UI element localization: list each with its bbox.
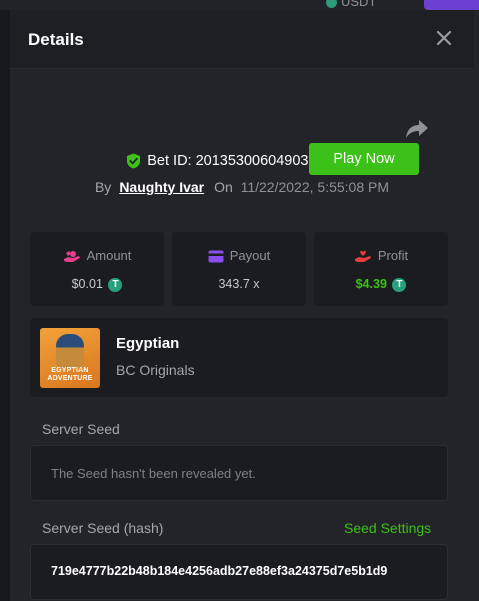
game-provider: BC Originals xyxy=(116,362,195,378)
share-icon xyxy=(406,120,428,138)
play-now-button[interactable]: Play Now xyxy=(309,143,419,175)
background-currency-selector: USDT xyxy=(326,0,376,9)
bet-datetime: 11/22/2022, 5:55:08 PM xyxy=(240,179,390,195)
profit-value-row: $4.39 T xyxy=(314,277,448,292)
usdt-coin-icon: T xyxy=(392,277,407,292)
pharaoh-icon xyxy=(56,334,84,368)
profit-label-row: Profit xyxy=(314,248,448,264)
usdt-coin-icon: T xyxy=(108,277,123,292)
game-thumbnail[interactable]: EGYPTIAN ADVENTURE xyxy=(40,328,100,388)
amount-label-row: Amount xyxy=(30,248,164,264)
by-label: By xyxy=(94,179,112,195)
server-seed-hash-box: 719e4777b22b48b184e4256adb27e88ef3a24375… xyxy=(30,544,448,600)
background-topbar xyxy=(0,0,479,10)
hand-heart-icon xyxy=(354,250,371,262)
details-modal: Details Bet ID: 20135300604903331 By Naug… xyxy=(10,10,474,601)
server-seed-message: The Seed hasn't been revealed yet. xyxy=(51,466,256,481)
amount-stat: Amount $0.01 T xyxy=(30,232,164,306)
seed-settings-link[interactable]: Seed Settings xyxy=(344,520,431,536)
profit-stat: Profit $4.39 T xyxy=(314,232,448,306)
server-seed-hash-value[interactable]: 719e4777b22b48b184e4256adb27e88ef3a24375… xyxy=(51,564,437,578)
modal-body: Bet ID: 20135300604903331 By Naughty Ivar… xyxy=(10,69,474,601)
server-seed-hash-label: Server Seed (hash) xyxy=(42,520,164,536)
amount-label: Amount xyxy=(86,248,132,263)
modal-title: Details xyxy=(28,30,84,49)
server-seed-box: The Seed hasn't been revealed yet. xyxy=(30,445,448,501)
close-button[interactable] xyxy=(435,29,453,47)
payout-label-row: Payout xyxy=(172,248,306,263)
username-link[interactable]: Naughty Ivar xyxy=(119,179,204,195)
modal-header: Details xyxy=(10,10,474,69)
shield-check-icon xyxy=(127,153,141,169)
amount-value: $0.01 xyxy=(71,277,103,291)
bet-meta-row: By Naughty Ivar On 11/22/2022, 5:55:08 PM xyxy=(10,179,474,195)
background-page-edge xyxy=(474,10,479,601)
share-button[interactable] xyxy=(405,118,429,140)
amount-value-row: $0.01 T xyxy=(30,277,164,292)
profit-value: $4.39 xyxy=(355,277,387,291)
payout-stat: Payout 343.7 x xyxy=(172,232,306,306)
background-wallet-button xyxy=(424,0,479,10)
bet-id: Bet ID: 20135300604903331 xyxy=(147,153,333,170)
server-seed-label: Server Seed xyxy=(42,421,120,437)
profit-label: Profit xyxy=(377,248,409,263)
usdt-icon xyxy=(326,0,337,9)
game-card: EGYPTIAN ADVENTURE Egyptian BC Originals xyxy=(30,318,448,397)
game-thumbnail-text: EGYPTIAN ADVENTURE xyxy=(47,367,93,382)
payout-value-row: 343.7 x xyxy=(172,277,306,291)
close-icon xyxy=(436,30,452,46)
wallet-icon xyxy=(208,250,224,263)
on-label: On xyxy=(214,179,233,195)
hand-coins-icon xyxy=(63,250,80,262)
game-name: Egyptian xyxy=(116,335,180,352)
payout-value: 343.7 x xyxy=(218,277,260,291)
payout-label: Payout xyxy=(229,248,271,263)
background-currency-label: USDT xyxy=(341,0,377,9)
